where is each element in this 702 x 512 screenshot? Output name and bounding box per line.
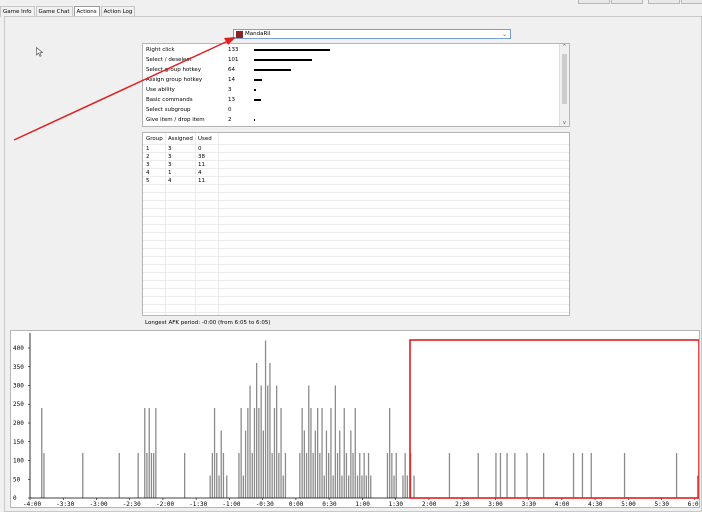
annotation-arrow [13,37,236,141]
